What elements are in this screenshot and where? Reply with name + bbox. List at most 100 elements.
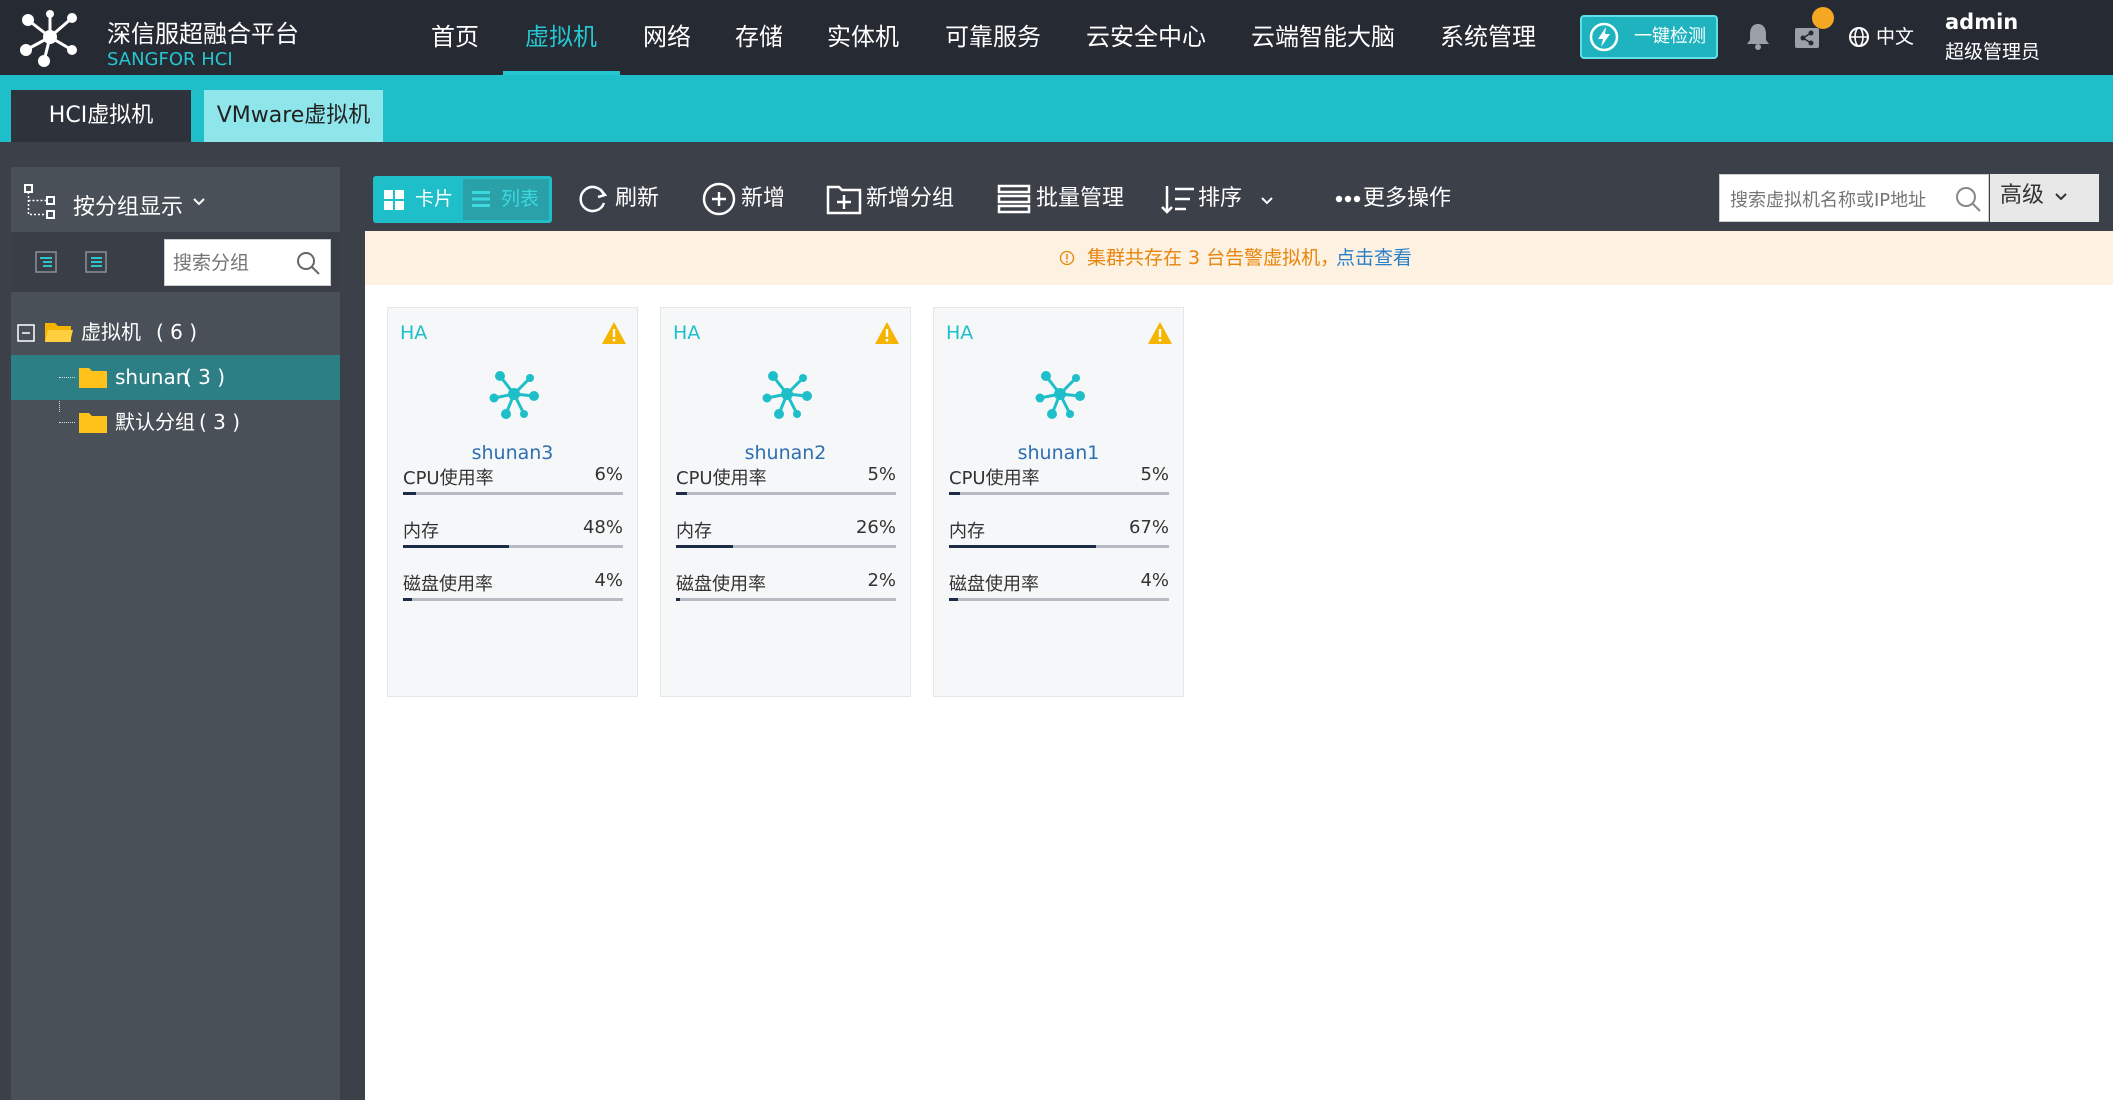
tab-vmware-vm[interactable]: VMware虚拟机 bbox=[204, 90, 383, 142]
advanced-search-button[interactable]: 高级 bbox=[1990, 174, 2099, 222]
add-group-label: 新增分组 bbox=[866, 186, 955, 211]
vm-card[interactable]: HA shunan2 CPU使用率 5% 内存 26% 磁盘使用率 2% bbox=[660, 307, 911, 697]
warning-triangle-icon[interactable] bbox=[874, 321, 900, 345]
tree-node-shunan[interactable]: shunan ( 3 ) bbox=[11, 355, 340, 400]
globe-icon[interactable] bbox=[1848, 26, 1870, 48]
vm-metric: 内存 26% bbox=[676, 517, 896, 553]
nav-storage[interactable]: 存储 bbox=[735, 0, 783, 75]
folder-icon bbox=[79, 368, 107, 388]
vm-card[interactable]: HA shunan3 CPU使用率 6% 内存 48% 磁盘使用率 4% bbox=[387, 307, 638, 697]
metric-progress-track bbox=[676, 492, 896, 495]
open-folder-icon bbox=[45, 323, 73, 342]
group-tree-icon[interactable] bbox=[23, 183, 57, 221]
collapse-node-icon[interactable] bbox=[17, 324, 35, 342]
vm-search-box[interactable] bbox=[1719, 174, 1989, 222]
metric-label: CPU使用率 bbox=[949, 468, 1040, 489]
search-icon[interactable] bbox=[1954, 185, 1982, 213]
metric-value: 5% bbox=[1140, 464, 1169, 485]
card-view-label: 卡片 bbox=[415, 188, 454, 210]
user-name[interactable]: admin bbox=[1945, 10, 2018, 34]
more-actions-button[interactable]: 更多操作 bbox=[1335, 167, 1465, 231]
language-selector[interactable]: 中文 bbox=[1876, 22, 1914, 49]
vm-metric: CPU使用率 5% bbox=[676, 464, 896, 500]
nav-vm[interactable]: 虚拟机 bbox=[525, 0, 597, 75]
chevron-down-icon[interactable] bbox=[192, 197, 206, 207]
batch-manage-button[interactable]: 批量管理 bbox=[996, 167, 1136, 231]
brand-subtitle: SANGFOR HCI bbox=[107, 49, 233, 70]
metric-value: 26% bbox=[855, 517, 896, 538]
tree-node-root[interactable]: 虚拟机 ( 6 ) bbox=[11, 310, 340, 355]
vm-molecule-icon bbox=[489, 371, 539, 419]
nav-physical[interactable]: 实体机 bbox=[827, 0, 899, 75]
quick-check-button[interactable]: 一键检测 bbox=[1580, 15, 1718, 59]
metric-value: 5% bbox=[867, 464, 896, 485]
nav-reliable-services[interactable]: 可靠服务 bbox=[945, 0, 1041, 75]
more-actions-label: 更多操作 bbox=[1363, 186, 1452, 211]
tree-node-shunan-label: shunan bbox=[115, 365, 189, 389]
ha-badge: HA bbox=[400, 322, 428, 344]
vm-name[interactable]: shunan2 bbox=[661, 442, 910, 464]
warning-triangle-icon[interactable] bbox=[1147, 321, 1173, 345]
top-navbar: 深信服超融合平台 SANGFOR HCI 首页 虚拟机 网络 存储 实体机 可靠… bbox=[0, 0, 2113, 75]
metric-progress-fill bbox=[676, 598, 681, 601]
tree-node-default-group[interactable]: 默认分组 ( 3 ) bbox=[11, 400, 340, 445]
metric-progress-fill bbox=[676, 492, 687, 495]
metric-value: 48% bbox=[582, 517, 623, 538]
metric-progress-track bbox=[403, 598, 623, 601]
metric-label: CPU使用率 bbox=[676, 468, 767, 489]
group-search-box[interactable] bbox=[164, 239, 331, 286]
group-sidebar: 按分组显示 虚拟机 bbox=[11, 167, 340, 1100]
tree-node-root-count: ( 6 ) bbox=[156, 320, 198, 344]
expand-tree-icon[interactable] bbox=[33, 249, 59, 275]
bell-icon[interactable] bbox=[1745, 21, 1771, 51]
refresh-label: 刷新 bbox=[615, 186, 660, 211]
vm-search-input[interactable] bbox=[1728, 185, 1947, 215]
nav-network[interactable]: 网络 bbox=[643, 0, 691, 75]
add-vm-button[interactable]: 新增 bbox=[701, 167, 801, 231]
nav-cloud-security[interactable]: 云安全中心 bbox=[1086, 0, 1206, 75]
metric-progress-track bbox=[949, 492, 1169, 495]
vm-metric: 磁盘使用率 4% bbox=[403, 570, 623, 606]
add-folder-icon bbox=[826, 185, 862, 215]
list-view-label: 列表 bbox=[501, 188, 540, 210]
search-icon[interactable] bbox=[295, 250, 321, 276]
brand-name: 深信服超融合平台 bbox=[107, 20, 299, 48]
metric-progress-track bbox=[949, 545, 1169, 548]
vm-card[interactable]: HA shunan1 CPU使用率 5% 内存 67% 磁盘使用率 4% bbox=[933, 307, 1184, 697]
notification-badge bbox=[1812, 7, 1834, 29]
vm-metric: 磁盘使用率 2% bbox=[676, 570, 896, 606]
vm-molecule-icon bbox=[1035, 371, 1085, 419]
vm-metric: 磁盘使用率 4% bbox=[949, 570, 1169, 606]
metric-label: 磁盘使用率 bbox=[676, 574, 766, 595]
alert-text: 集群共存在 3 台告警虚拟机， bbox=[1087, 247, 1340, 269]
view-alerts-link[interactable]: 点击查看 bbox=[1336, 231, 1412, 285]
vm-name[interactable]: shunan1 bbox=[934, 442, 1183, 464]
tree-node-default-group-count: ( 3 ) bbox=[199, 410, 241, 434]
nav-system-management[interactable]: 系统管理 bbox=[1440, 0, 1536, 75]
sort-button[interactable]: 排序 bbox=[1160, 167, 1280, 231]
vm-content-area: 集群共存在 3 台告警虚拟机， 点击查看 HA shunan3 CPU使用率 6% 内存… bbox=[365, 231, 2113, 1100]
add-group-button[interactable]: 新增分组 bbox=[826, 167, 966, 231]
metric-progress-fill bbox=[403, 492, 417, 495]
metric-progress-track bbox=[676, 598, 896, 601]
metric-progress-track bbox=[403, 545, 623, 548]
group-search-input[interactable] bbox=[171, 248, 295, 278]
group-display-dropdown[interactable]: 按分组显示 bbox=[73, 189, 183, 221]
card-view-button[interactable]: 卡片 bbox=[373, 176, 463, 223]
sort-label: 排序 bbox=[1198, 186, 1243, 211]
metric-progress-track bbox=[949, 598, 1169, 601]
user-role: 超级管理员 bbox=[1945, 41, 2041, 63]
vm-name[interactable]: shunan3 bbox=[388, 442, 637, 464]
metric-value: 6% bbox=[594, 464, 623, 485]
list-view-button[interactable]: 列表 bbox=[463, 179, 549, 220]
view-switch: 卡片 列表 bbox=[373, 176, 552, 223]
batch-manage-label: 批量管理 bbox=[1036, 186, 1125, 211]
nav-cloud-brain[interactable]: 云端智能大脑 bbox=[1251, 0, 1395, 75]
nav-home[interactable]: 首页 bbox=[431, 0, 479, 75]
tab-hci-vm[interactable]: HCI虚拟机 bbox=[11, 90, 191, 142]
collapse-tree-icon[interactable] bbox=[83, 249, 109, 275]
metric-value: 4% bbox=[594, 570, 623, 591]
refresh-button[interactable]: 刷新 bbox=[575, 167, 675, 231]
warning-triangle-icon[interactable] bbox=[601, 321, 627, 345]
metric-progress-fill bbox=[949, 545, 1097, 548]
